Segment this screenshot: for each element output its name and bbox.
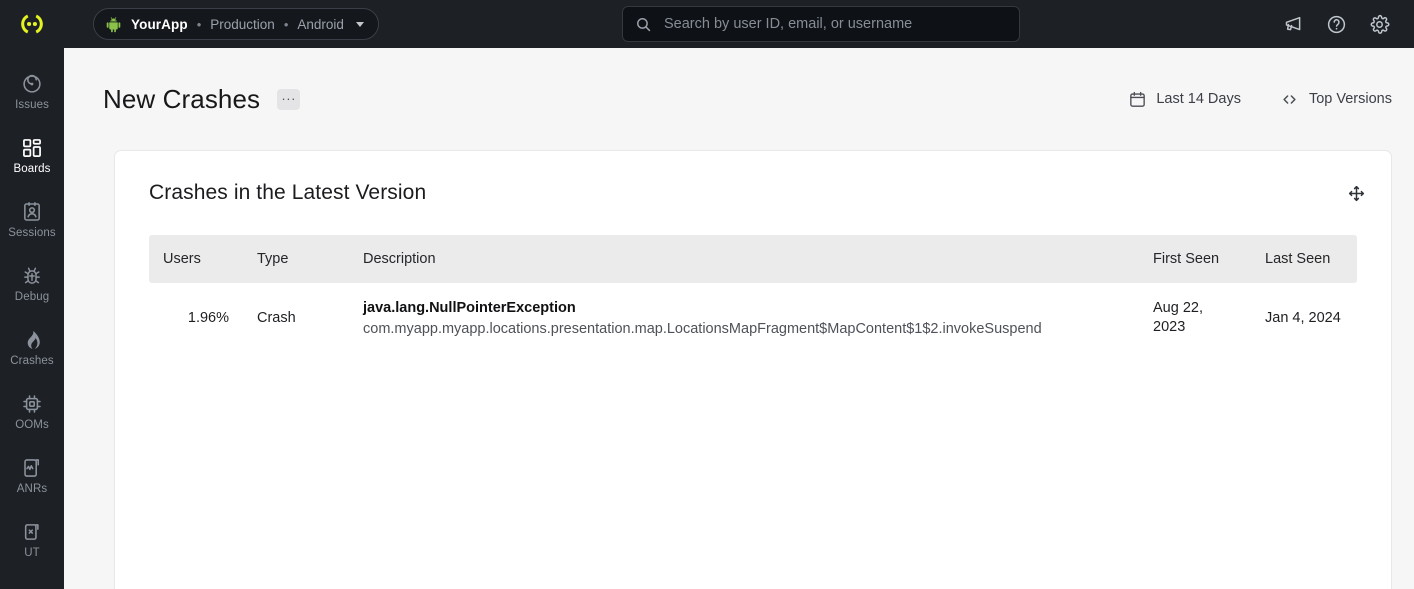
app-selector-name: YourApp [131,16,188,32]
table-body: 1.96% Crash java.lang.NullPointerExcepti… [149,283,1357,353]
column-header-description[interactable]: Description [349,235,1139,283]
phone-x-icon [21,521,43,543]
column-header-last-seen[interactable]: Last Seen [1251,235,1357,283]
cell-description: java.lang.NullPointerException com.myapp… [349,283,1139,353]
calendar-icon [1128,90,1147,109]
cpu-chip-icon [21,393,43,415]
top-bar-actions [1278,0,1404,48]
top-bar: YourApp • Production • Android [0,0,1414,48]
gear-icon [1369,14,1390,35]
app-selector[interactable]: YourApp • Production • Android [93,8,379,40]
move-arrows-icon [1347,184,1366,203]
page-header: New Crashes ··· Last 14 Days Top Version… [64,48,1414,150]
search-icon [635,16,652,33]
phone-pulse-icon [21,457,43,479]
crashes-table: Users Type Description First Seen Last S… [149,235,1357,353]
code-brackets-icon [1279,90,1300,109]
announcements-button[interactable] [1278,9,1308,39]
sidebar-item-label: Debug [14,290,50,303]
chevron-down-icon [355,21,364,27]
android-robot-icon [105,16,122,33]
cell-users: 1.96% [187,310,229,327]
sidebar-item-label: ANRs [16,482,48,495]
sidebar-item-anrs[interactable]: ANRs [0,444,64,508]
sidebar-item-label: Sessions [8,226,56,239]
global-search[interactable] [622,6,1020,42]
app-selector-sep-1: • [196,16,202,32]
sidebar-item-ooms[interactable]: OOMs [0,380,64,444]
sidebar-item-boards[interactable]: Boards [0,124,64,188]
sidebar-item-sessions[interactable]: Sessions [0,188,64,252]
sidebar-item-label: Crashes [10,354,54,367]
page-title: New Crashes [103,83,261,114]
cell-first-seen: Aug 22, 2023 [1139,283,1251,353]
user-card-icon [21,201,43,223]
sidebar-item-crashes[interactable]: Crashes [0,316,64,380]
date-range-label: Last 14 Days [1156,91,1241,107]
main-content: New Crashes ··· Last 14 Days Top Version… [64,48,1414,589]
cell-last-seen: Jan 4, 2024 [1251,283,1357,353]
sidebar-item-label: Boards [13,162,51,175]
cell-type: Crash [257,310,296,327]
version-selector[interactable]: Top Versions [1279,90,1392,109]
megaphone-icon [1283,14,1304,35]
crashes-latest-version-card: Crashes in the Latest Version Users Type… [114,150,1392,589]
table-head: Users Type Description First Seen Last S… [149,235,1357,283]
sidebar-item-debug[interactable]: Debug [0,252,64,316]
last-seen-date: Jan 4, 2024 [1265,309,1341,326]
page-more-options-button[interactable]: ··· [277,88,301,110]
help-button[interactable] [1321,9,1351,39]
date-range-selector[interactable]: Last 14 Days [1128,90,1241,109]
grid-dashboard-icon [21,137,43,159]
sidebar-item-label: OOMs [15,418,49,431]
settings-button[interactable] [1364,9,1394,39]
search-input[interactable] [664,16,1007,32]
first-seen-date: Aug 22, 2023 [1153,300,1203,336]
column-header-type[interactable]: Type [243,235,349,283]
sidebar-item-ut[interactable]: UT [0,508,64,572]
sidebar-item-label: UT [24,546,40,559]
table-header-row: Users Type Description First Seen Last S… [149,235,1357,283]
sidebar-item-issues[interactable]: Issues [0,60,64,124]
crash-exception-name: java.lang.NullPointerException [363,299,576,316]
card-title: Crashes in the Latest Version [149,181,427,204]
app-logo[interactable] [0,0,64,48]
app-selector-platform: Android [297,16,344,32]
column-header-users[interactable]: Users [149,235,243,283]
sidebar-item-label: Issues [15,98,49,111]
card-header: Crashes in the Latest Version [115,151,1391,235]
card-move-handle[interactable] [1347,184,1366,203]
crash-stack-location: com.myapp.myapp.locations.presentation.m… [363,320,1042,337]
target-radar-icon [21,73,43,95]
primary-sidebar: Issues Boards Sessions Debug Crashes OOM… [0,48,64,589]
sidebar-item-network[interactable] [0,572,64,589]
table-row[interactable]: 1.96% Crash java.lang.NullPointerExcepti… [149,283,1357,353]
version-label: Top Versions [1308,91,1392,107]
app-selector-sep-2: • [283,16,289,32]
app-selector-environment: Production [210,16,275,32]
flame-icon [21,329,43,351]
column-header-first-seen[interactable]: First Seen [1139,235,1251,283]
question-circle-icon [1326,14,1347,35]
bug-icon [21,265,43,287]
bracket-dots-logo-icon [19,11,45,37]
